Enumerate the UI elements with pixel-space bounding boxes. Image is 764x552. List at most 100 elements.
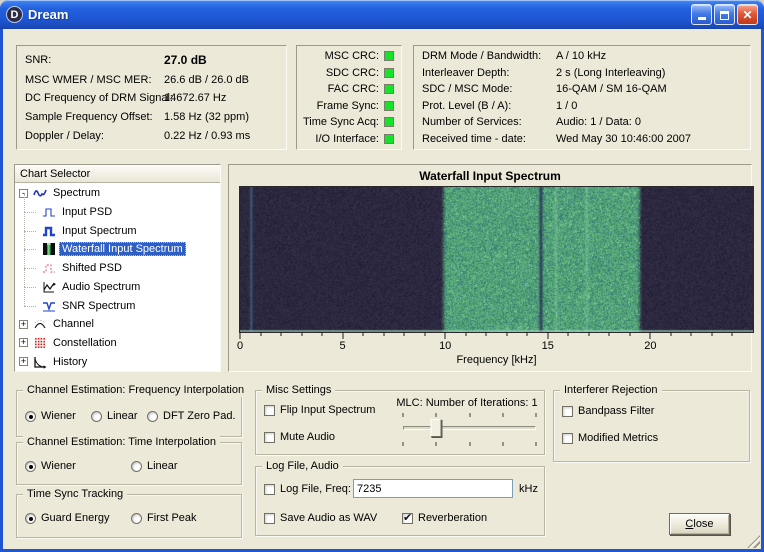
info-value: Audio: 1 / Data: 0	[556, 116, 641, 128]
checkbox-reverberation[interactable]: Reverberation	[402, 512, 487, 524]
info-panel: DRM Mode / Bandwidth:A / 10 kHz Interlea…	[413, 45, 751, 150]
chart-selector-header-label: Chart Selector	[20, 168, 90, 180]
info-row: DRM Mode / Bandwidth:A / 10 kHz	[422, 50, 742, 62]
radio-first-peak[interactable]: First Peak	[131, 512, 197, 524]
tree-item-constellation[interactable]: + Constellation	[15, 334, 220, 353]
status-led	[384, 117, 394, 127]
radio-linear-freq[interactable]: Linear	[91, 410, 138, 422]
status-panel: SNR:27.0 dB MSC WMER / MSC MER:26.6 dB /…	[16, 45, 287, 150]
checkbox-modified-metrics[interactable]: Modified Metrics	[562, 432, 658, 444]
status-row: Doppler / Delay:0.22 Hz / 0.93 ms	[25, 130, 278, 142]
tree-item-waterfall-input-spectrum[interactable]: Waterfall Input Spectrum	[15, 240, 220, 259]
radio-label: Guard Energy	[41, 512, 109, 524]
status-row: Sample Frequency Offset:1.58 Hz (32 ppm)	[25, 111, 278, 123]
checkbox-box	[562, 433, 573, 444]
info-row: Interleaver Depth:2 s (Long Interleaving…	[422, 67, 742, 79]
group-title-freq-interp: Channel Estimation: Frequency Interpolat…	[23, 383, 248, 397]
sync-row: FAC CRC:	[301, 83, 397, 95]
status-value: 26.6 dB / 26.0 dB	[164, 74, 249, 86]
log-frequency-input[interactable]	[353, 479, 513, 498]
tree-item-input-psd[interactable]: Input PSD	[15, 203, 220, 222]
sync-label: MSC CRC:	[325, 50, 379, 62]
audio-spectrum-icon	[41, 280, 57, 294]
close-button-text: Close	[685, 518, 713, 530]
misc-settings-group: Misc Settings Flip Input Spectrum Mute A…	[255, 390, 545, 455]
checkbox-label: Reverberation	[418, 512, 487, 524]
input-psd-icon	[41, 205, 57, 219]
info-value: 16-QAM / SM 16-QAM	[556, 83, 667, 95]
slider-ticks	[403, 413, 536, 417]
resize-grip[interactable]	[747, 535, 760, 548]
snr-spectrum-icon	[41, 299, 57, 313]
tree-item-shifted-psd[interactable]: Shifted PSD	[15, 259, 220, 278]
radio-guard-energy[interactable]: Guard Energy	[25, 512, 109, 524]
radio-wiener-time[interactable]: Wiener	[25, 460, 76, 472]
checkbox-label: Flip Input Spectrum	[280, 404, 375, 416]
radio-linear-time[interactable]: Linear	[131, 460, 178, 472]
waterfall-canvas	[239, 186, 754, 333]
radio-dft-zero-pad[interactable]: DFT Zero Pad.	[147, 410, 236, 422]
window-title: Dream	[28, 7, 68, 22]
close-button[interactable]: Close	[669, 513, 730, 535]
status-value: 1.58 Hz (32 ppm)	[164, 111, 249, 123]
info-row: SDC / MSC Mode:16-QAM / SM 16-QAM	[422, 83, 742, 95]
radio-wiener-freq[interactable]: Wiener	[25, 410, 76, 422]
freq-interp-group: Channel Estimation: Frequency Interpolat…	[16, 390, 242, 437]
checkbox-label: Log File, Freq:	[280, 483, 351, 495]
time-interp-group: Channel Estimation: Time Interpolation W…	[16, 442, 242, 485]
group-title-misc: Misc Settings	[262, 383, 335, 397]
chart-selector-header[interactable]: Chart Selector	[15, 165, 220, 183]
expand-toggle[interactable]: +	[19, 357, 28, 366]
maximize-icon	[720, 11, 729, 20]
checkbox-flip-input-spectrum[interactable]: Flip Input Spectrum	[264, 404, 375, 416]
tree-item-input-spectrum[interactable]: Input Spectrum	[15, 221, 220, 240]
titlebar[interactable]: D Dream	[0, 0, 764, 29]
sync-label: Frame Sync:	[317, 100, 379, 112]
group-title-logfile: Log File, Audio	[262, 459, 343, 473]
khz-unit-label: kHz	[519, 483, 538, 495]
channel-icon	[32, 317, 48, 331]
status-label: DC Frequency of DRM Signal:	[25, 92, 164, 104]
waterfall-chart-panel: Waterfall Input Spectrum 05101520 Freque…	[228, 164, 752, 372]
sync-row: Frame Sync:	[301, 100, 397, 112]
mlc-slider-track[interactable]	[403, 426, 536, 430]
minimize-icon	[698, 17, 706, 20]
info-label: Received time - date:	[422, 133, 556, 145]
tree-item-spectrum[interactable]: - Spectrum	[15, 184, 220, 203]
checkbox-log-file-freq[interactable]: Log File, Freq:	[264, 483, 351, 495]
mlc-slider-handle[interactable]	[431, 419, 442, 437]
checkbox-save-audio-wav[interactable]: Save Audio as WAV	[264, 512, 377, 524]
radio-label: Wiener	[41, 460, 76, 472]
radio-dot	[25, 411, 36, 422]
expand-toggle[interactable]: +	[19, 320, 28, 329]
close-button-rest: lose	[693, 518, 713, 530]
tree-item-label: Input Spectrum	[59, 224, 140, 238]
sync-row: MSC CRC:	[301, 50, 397, 62]
info-label: Number of Services:	[422, 116, 556, 128]
tree-item-history[interactable]: + History	[15, 352, 220, 371]
maximize-button[interactable]	[714, 4, 735, 25]
checkbox-box	[264, 405, 275, 416]
tree-item-audio-spectrum[interactable]: Audio Spectrum	[15, 278, 220, 297]
info-label: Prot. Level (B / A):	[422, 100, 556, 112]
input-spectrum-icon	[41, 224, 57, 238]
radio-label: Linear	[147, 460, 178, 472]
checkbox-mute-audio[interactable]: Mute Audio	[264, 431, 335, 443]
tree-item-label: Waterfall Input Spectrum	[59, 242, 186, 256]
snr-value: 27.0 dB	[164, 53, 207, 67]
tree-item-channel[interactable]: + Channel	[15, 315, 220, 334]
sync-row: Time Sync Acq:	[301, 116, 397, 128]
minimize-button[interactable]	[691, 4, 712, 25]
chart-selector-panel: Chart Selector - Spectrum Input PSD Inpu…	[14, 164, 221, 372]
checkbox-label: Modified Metrics	[578, 432, 658, 444]
group-title-interferer: Interferer Rejection	[560, 383, 662, 397]
info-label: DRM Mode / Bandwidth:	[422, 50, 556, 62]
tree-item-snr-spectrum[interactable]: SNR Spectrum	[15, 296, 220, 315]
checkbox-bandpass-filter[interactable]: Bandpass Filter	[562, 405, 654, 417]
expand-toggle[interactable]: +	[19, 338, 28, 347]
radio-dot	[147, 411, 158, 422]
close-window-button[interactable]	[737, 4, 758, 25]
tree-item-label: Constellation	[50, 336, 120, 350]
sync-label: FAC CRC:	[328, 83, 379, 95]
radio-dot	[131, 513, 142, 524]
